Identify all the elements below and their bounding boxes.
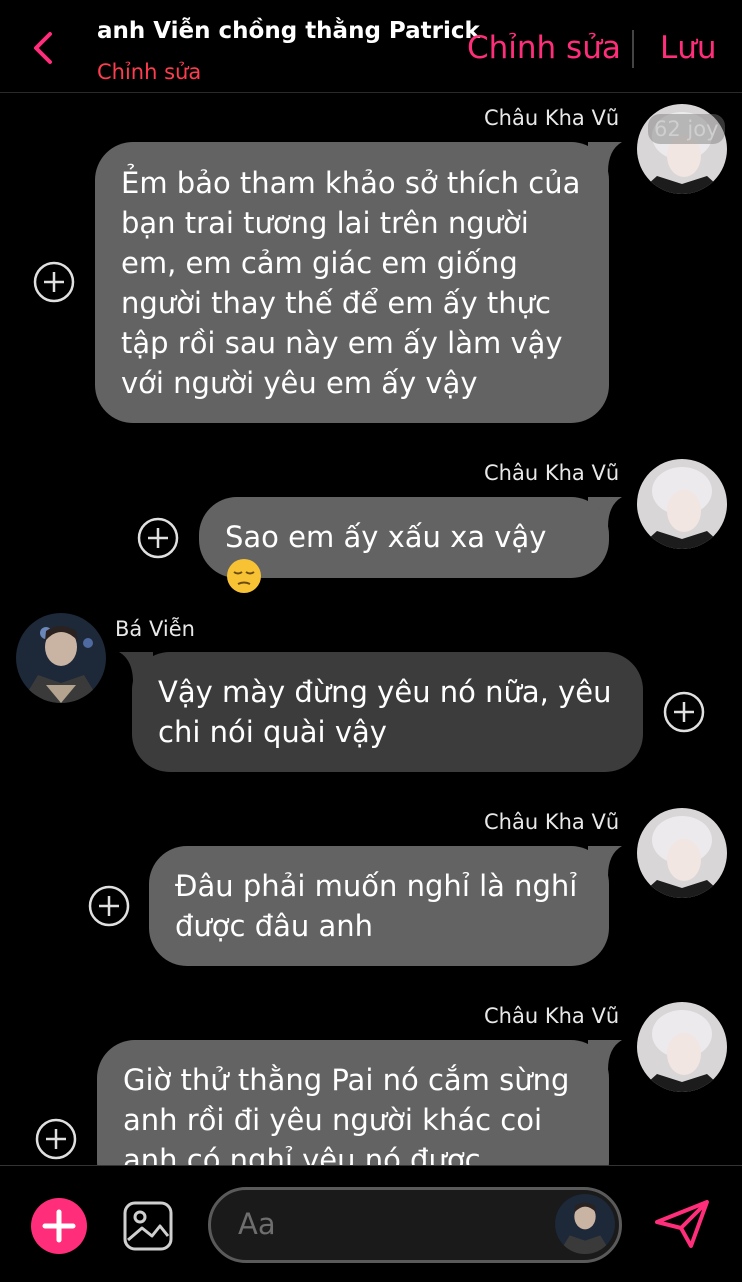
reaction-badge: 62 joy [648, 114, 725, 144]
message-line: anh rồi đi yêu người khác coi [123, 1103, 543, 1137]
message-bubble[interactable]: Ẻm bảo tham khảo sở thích của bạn trai t… [95, 142, 609, 423]
message-line: được đâu anh [175, 909, 374, 943]
message-bubble[interactable]: Vậy mày đừng yêu nó nữa, yêu chi nói quà… [132, 652, 643, 772]
message-line: Giờ thử thằng Pai nó cắm sừng [123, 1063, 570, 1097]
message-line: em, em cảm giác em giống [121, 246, 518, 280]
plus-circle-icon[interactable] [35, 1118, 77, 1160]
sender-name: Châu Kha Vũ [484, 810, 620, 834]
message-line: bạn trai tương lai trên người [121, 206, 529, 240]
message-line: Ẻm bảo tham khảo sở thích của [121, 166, 581, 200]
message-line: Sao em ấy xấu xa vậy [225, 520, 547, 554]
plus-circle-icon[interactable] [33, 261, 75, 303]
plus-circle-icon[interactable] [137, 517, 179, 559]
pensive-emoji-icon [227, 559, 261, 593]
header-divider [632, 30, 634, 68]
chat-title: anh Viễn chồng thằng Patrick [97, 18, 480, 44]
edit-button[interactable]: Chỉnh sửa [467, 30, 621, 66]
plus-circle-icon[interactable] [88, 885, 130, 927]
sender-name: Châu Kha Vũ [484, 1004, 620, 1028]
message-line: với người yêu em ấy vậy [121, 366, 478, 400]
message-line: tập rồi sau này em ấy làm vậy [121, 326, 563, 360]
chevron-left-icon[interactable] [30, 30, 58, 66]
avatar[interactable] [637, 459, 727, 549]
add-button[interactable] [31, 1198, 87, 1254]
sender-name: Bá Viễn [115, 617, 195, 641]
message-line: Đâu phải muốn nghỉ là nghỉ [175, 869, 578, 903]
avatar[interactable] [555, 1194, 615, 1254]
send-icon[interactable] [653, 1198, 711, 1250]
avatar[interactable] [16, 613, 106, 703]
save-button[interactable]: Lưu [660, 30, 717, 66]
sender-name: Châu Kha Vũ [484, 106, 620, 130]
message-line: Vậy mày đừng yêu nó nữa, yêu [158, 675, 612, 709]
sender-name: Châu Kha Vũ [484, 461, 620, 485]
add-icon [42, 1209, 76, 1243]
message-input-placeholder: Aa [238, 1207, 276, 1241]
avatar[interactable] [637, 808, 727, 898]
image-icon[interactable] [122, 1200, 174, 1252]
avatar[interactable] [637, 1002, 727, 1092]
message-bubble[interactable]: Sao em ấy xấu xa vậy [199, 497, 609, 593]
chat-subtitle: Chỉnh sửa [97, 60, 202, 84]
plus-circle-icon[interactable] [663, 691, 705, 733]
message-bubble[interactable]: Đâu phải muốn nghỉ là nghỉ được đâu anh [149, 846, 609, 966]
message-line: người thay thế để em ấy thực [121, 286, 551, 320]
message-line: chi nói quài vậy [158, 715, 387, 749]
